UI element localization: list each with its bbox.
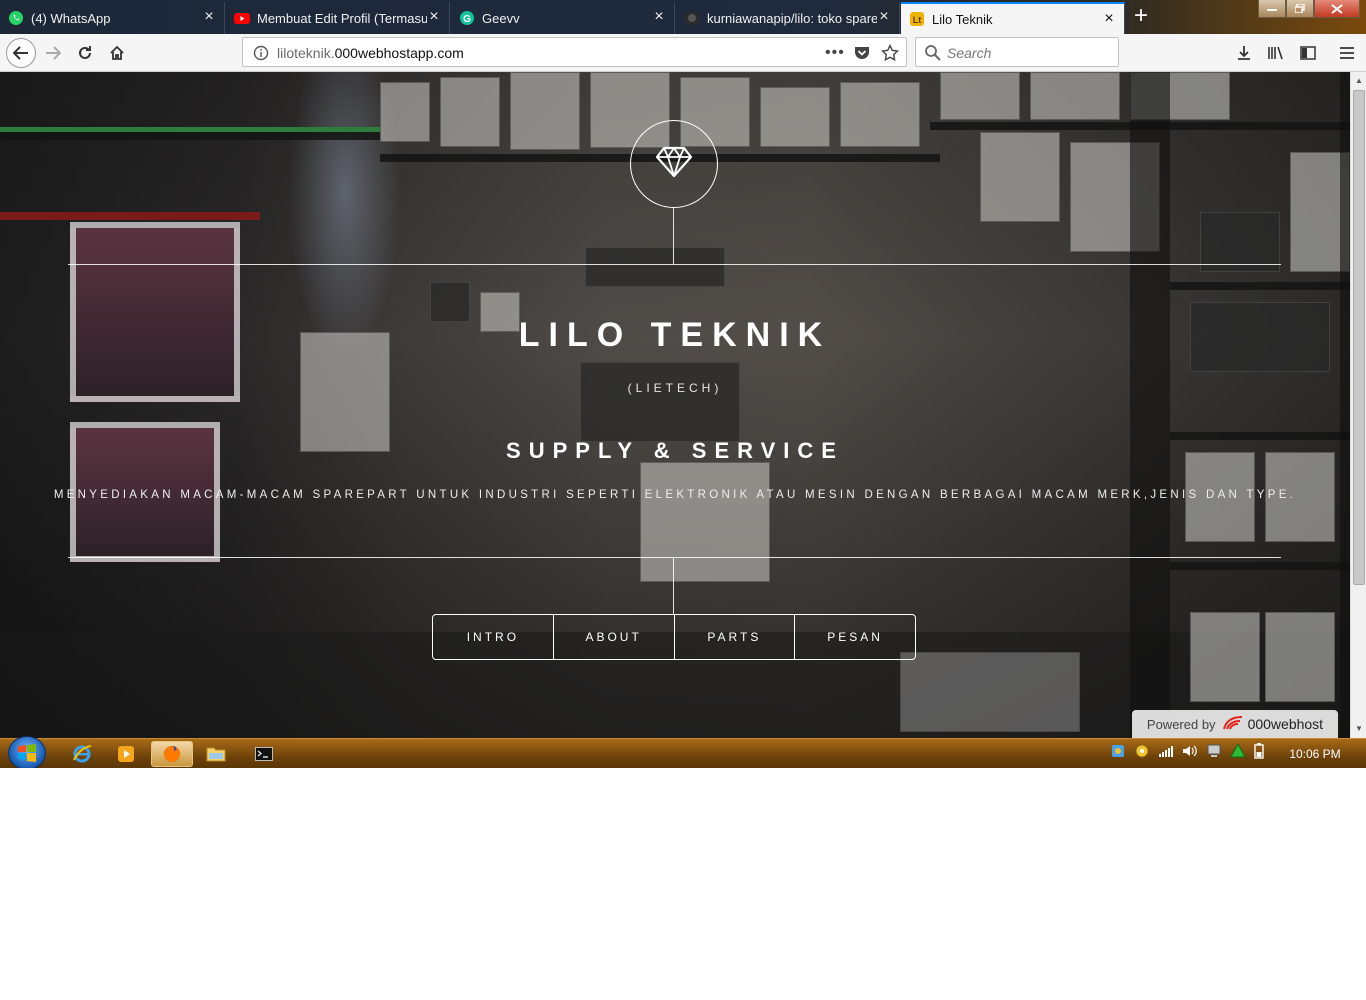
search-placeholder: Search — [947, 45, 992, 61]
nav-pesan[interactable]: PESAN — [795, 615, 915, 659]
scroll-up-icon[interactable]: ▲ — [1355, 76, 1363, 85]
network-icon[interactable] — [1206, 743, 1222, 764]
tab-whatsapp[interactable]: (4) WhatsApp × — [0, 2, 225, 34]
nav-parts[interactable]: PARTS — [675, 615, 796, 659]
connector-line-top — [673, 208, 674, 264]
close-tab-icon[interactable]: × — [652, 9, 666, 25]
tab-label: Geevv — [482, 10, 520, 26]
tab-label: Membuat Edit Profil (Termasuk — [257, 10, 427, 26]
close-tab-icon[interactable]: × — [427, 9, 441, 25]
start-button[interactable] — [8, 736, 46, 768]
info-icon[interactable] — [253, 45, 269, 66]
forward-button[interactable] — [38, 38, 68, 68]
tab-lilo-teknik[interactable]: Lt Lilo Teknik × — [901, 2, 1125, 34]
github-icon — [684, 10, 700, 26]
page-hero: LILO TEKNIK (LIETECH) SUPPLY & SERVICE M… — [0, 72, 1350, 738]
nav-intro[interactable]: INTRO — [433, 615, 554, 659]
tab-label: (4) WhatsApp — [31, 10, 111, 26]
address-bar[interactable]: liloteknik.000webhostapp.com ••• — [242, 37, 907, 67]
svg-text:Lt: Lt — [913, 15, 922, 25]
close-tab-icon[interactable]: × — [877, 9, 891, 25]
system-tray — [1110, 742, 1264, 764]
youtube-icon — [234, 10, 250, 26]
pocket-icon[interactable] — [853, 44, 871, 67]
site-title: LILO TEKNIK — [518, 316, 832, 354]
site-heading: SUPPLY & SERVICE — [506, 438, 844, 463]
command-prompt-icon[interactable] — [243, 741, 285, 767]
close-tab-icon[interactable]: × — [202, 9, 216, 25]
search-icon — [924, 44, 941, 66]
url-subdomain: liloteknik. — [277, 45, 335, 61]
page-scrollbar[interactable]: ▲ ▼ — [1350, 72, 1366, 738]
tab-youtube[interactable]: Membuat Edit Profil (Termasuk × — [226, 2, 450, 34]
powered-by-label: Powered by — [1146, 716, 1216, 732]
browser-tab-strip: (4) WhatsApp × Membuat Edit Profil (Term… — [0, 0, 1366, 34]
divider-bottom — [68, 557, 1281, 558]
volume-icon[interactable] — [1182, 744, 1198, 763]
desktop-screen: (4) WhatsApp × Membuat Edit Profil (Term… — [0, 0, 1366, 768]
url-domain: 000webhostapp.com — [334, 45, 464, 61]
downloads-button[interactable] — [1229, 38, 1259, 68]
media-player-icon[interactable] — [105, 741, 147, 767]
browser-toolbar: liloteknik.000webhostapp.com ••• Search — [0, 34, 1366, 72]
close-window-button[interactable] — [1314, 0, 1360, 18]
tray-disc-icon[interactable] — [1134, 743, 1150, 764]
site-favicon-icon: Lt — [909, 11, 925, 27]
battery-icon[interactable] — [1254, 743, 1264, 764]
scroll-thumb[interactable] — [1353, 90, 1365, 585]
svg-text:G: G — [463, 14, 471, 25]
bookmark-star-icon[interactable] — [880, 43, 900, 67]
firefox-icon[interactable] — [151, 741, 193, 767]
file-explorer-icon[interactable] — [195, 741, 237, 767]
tray-triangle-icon[interactable] — [1230, 742, 1246, 764]
taskbar-clock[interactable]: 10:06 PM — [1280, 747, 1350, 761]
tray-app-icon[interactable] — [1110, 743, 1126, 764]
divider-top — [68, 264, 1281, 265]
tab-geevv[interactable]: G Geevv × — [451, 2, 675, 34]
tab-label: Lilo Teknik — [932, 11, 993, 27]
nav-about[interactable]: ABOUT — [554, 615, 675, 659]
search-input[interactable]: Search — [915, 37, 1119, 67]
internet-explorer-icon[interactable] — [61, 741, 103, 767]
new-tab-button[interactable]: + — [1128, 4, 1154, 30]
windows-logo-icon — [18, 744, 36, 762]
reload-button[interactable] — [70, 38, 100, 68]
site-description: MENYEDIAKAN MACAM-MACAM SPAREPART UNTUK … — [53, 489, 1297, 501]
webhost-logo-icon — [1222, 715, 1244, 734]
back-button[interactable] — [6, 38, 36, 68]
signal-strength-icon[interactable] — [1158, 744, 1174, 763]
library-button[interactable] — [1261, 38, 1291, 68]
powered-by-brand: 000webhost — [1247, 716, 1324, 732]
home-button[interactable] — [102, 38, 132, 68]
minimize-button[interactable] — [1258, 0, 1286, 18]
restore-button[interactable] — [1286, 0, 1314, 18]
tab-github[interactable]: kurniawanapip/lilo: toko sparep × — [676, 2, 900, 34]
url-text[interactable]: liloteknik.000webhostapp.com — [277, 45, 464, 61]
sidebar-button[interactable] — [1293, 38, 1323, 68]
powered-by-badge[interactable]: Powered by 000webhost — [1132, 710, 1338, 738]
windows-taskbar: 10:06 PM — [0, 736, 1366, 768]
site-subtitle: (LIETECH) — [627, 381, 723, 395]
tab-label: kurniawanapip/lilo: toko sparep — [707, 10, 877, 26]
connector-line-bottom — [673, 557, 674, 615]
scroll-down-icon[interactable]: ▼ — [1355, 724, 1363, 733]
page-actions-icon[interactable]: ••• — [825, 44, 845, 62]
menu-button[interactable] — [1332, 38, 1362, 68]
whatsapp-icon — [8, 10, 24, 26]
logo-circle — [630, 120, 718, 208]
site-nav: INTRO ABOUT PARTS PESAN — [432, 614, 916, 660]
grammarly-icon: G — [459, 10, 475, 26]
diamond-icon — [655, 146, 693, 183]
close-tab-icon[interactable]: × — [1102, 11, 1116, 27]
window-controls — [1258, 0, 1360, 18]
